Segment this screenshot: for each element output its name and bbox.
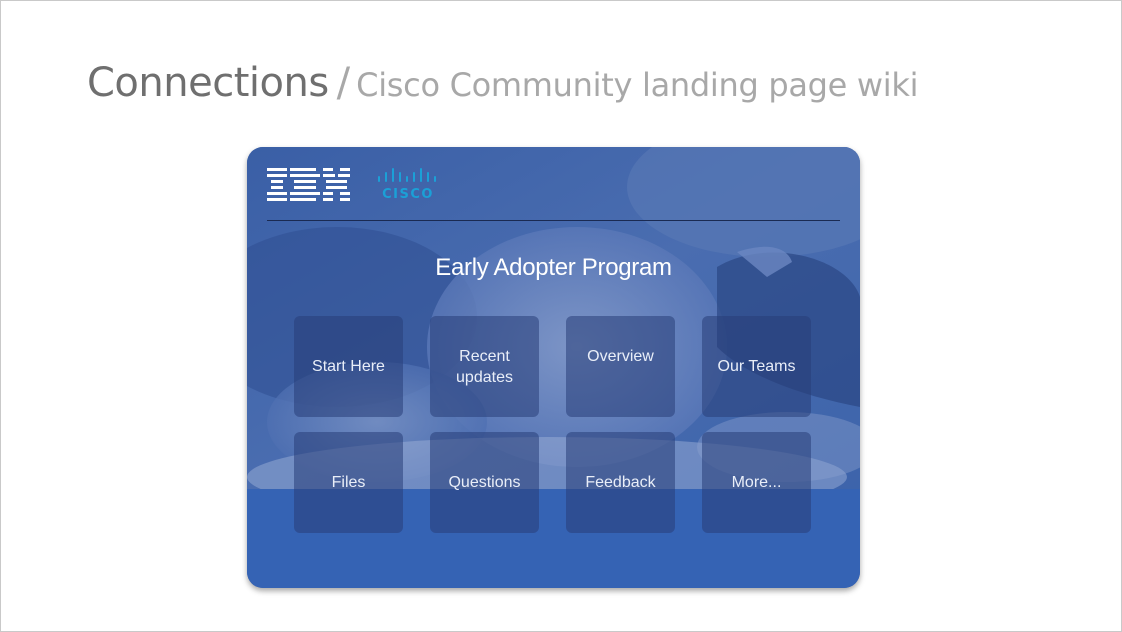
tile-label: Files — [331, 474, 366, 491]
tile-overview[interactable]: Overview — [566, 316, 675, 417]
cisco-logo-text: CISCO — [382, 187, 434, 202]
tile-label: Start Here — [312, 358, 385, 375]
cisco-logo: CISCO — [378, 168, 436, 202]
slide: Connections / Cisco Community landing page… — [0, 0, 1122, 632]
tile-our-teams[interactable]: Our Teams — [702, 316, 811, 417]
tile-label: More... — [731, 474, 782, 491]
tile-label: Questions — [448, 474, 521, 491]
tile-label: Recent updates — [456, 347, 513, 386]
header-divider — [267, 220, 840, 221]
tile-label: Overview — [587, 348, 654, 365]
slide-title-main: Connections — [87, 60, 329, 106]
program-title: Early Adopter Program — [435, 254, 672, 281]
slide-title-subtitle: Cisco Community landing page wiki — [356, 66, 919, 104]
landing-page-card: CISCO Early Adopter Program Start Here R… — [247, 147, 860, 588]
tile-files[interactable]: Files — [294, 432, 403, 533]
tile-label: Feedback — [585, 474, 656, 491]
slide-title: Connections / Cisco Community landing page… — [87, 60, 919, 106]
slide-title-separator: / — [336, 60, 351, 106]
ibm-logo — [267, 168, 350, 201]
tile-feedback[interactable]: Feedback — [566, 432, 675, 533]
tile-label: Our Teams — [717, 358, 796, 375]
tile-start-here[interactable]: Start Here — [294, 316, 403, 417]
tile-questions[interactable]: Questions — [430, 432, 539, 533]
tile-more[interactable]: More... — [702, 432, 811, 533]
tile-recent-updates[interactable]: Recent updates — [430, 316, 539, 417]
